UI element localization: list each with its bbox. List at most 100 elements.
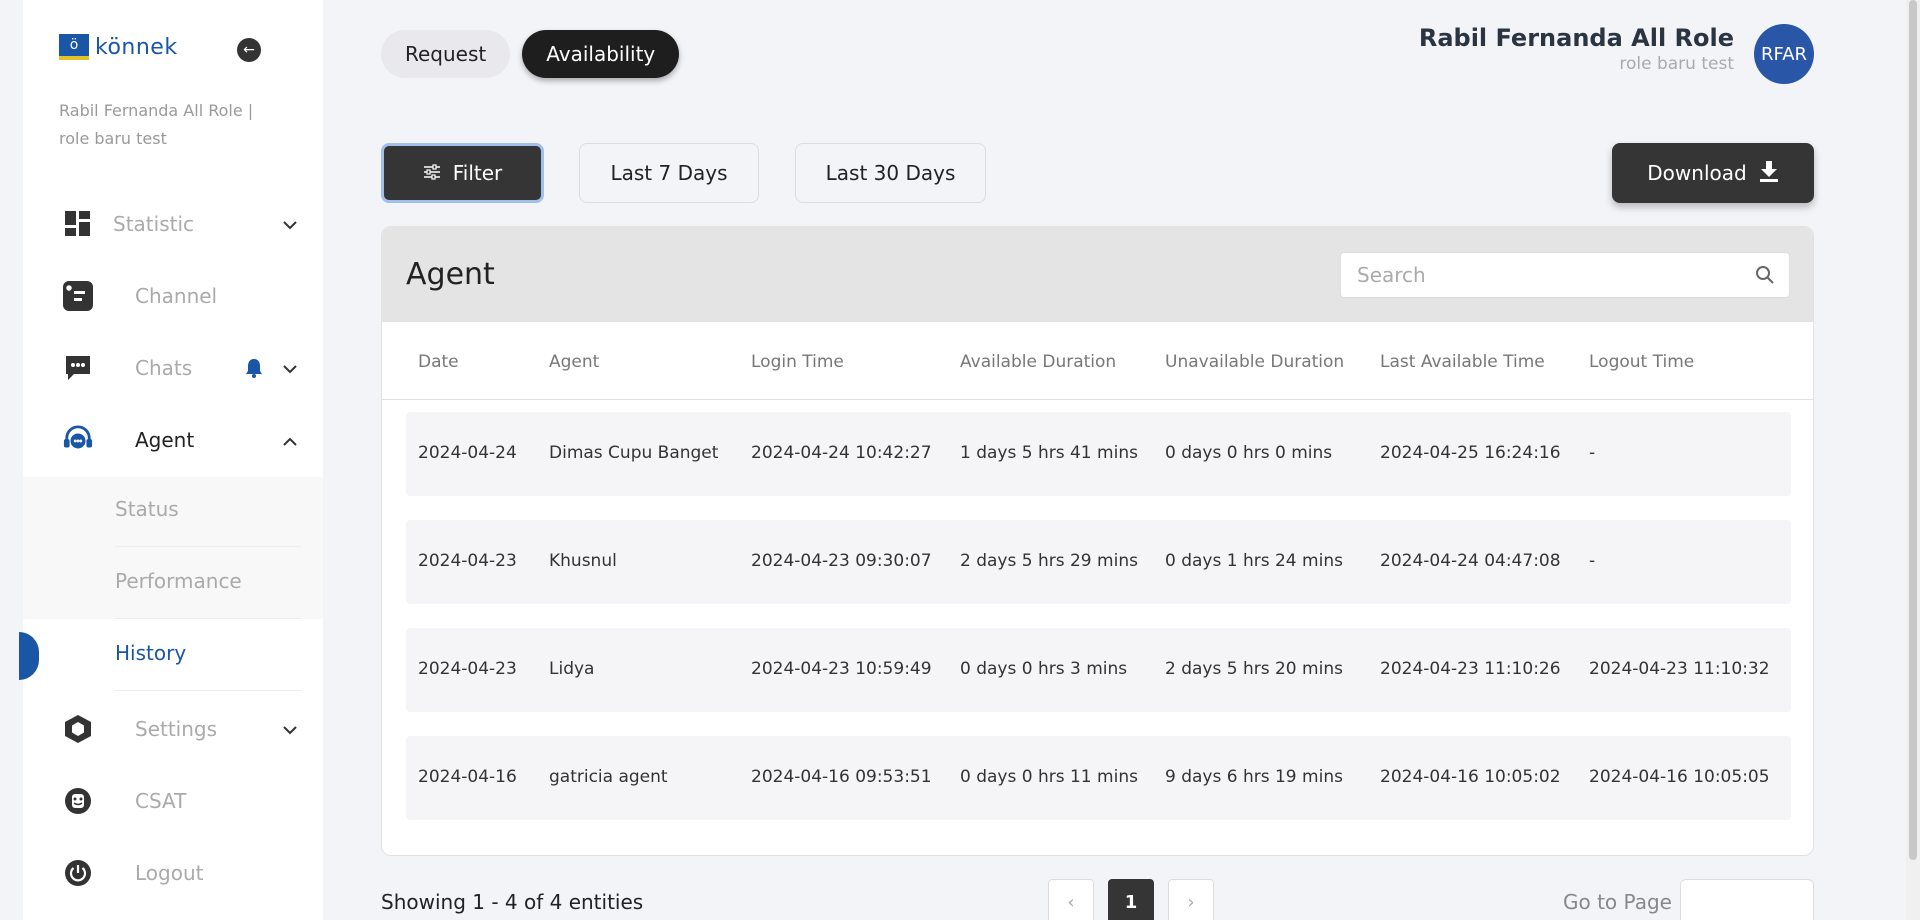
- sidebar-item-label: Chats: [135, 356, 193, 380]
- sidebar: ö könnek ← Rabil Fernanda All Role | rol…: [19, 0, 323, 920]
- chevron-down-icon: [283, 359, 297, 378]
- cell-available-duration: 0 days 0 hrs 3 mins: [960, 659, 1128, 679]
- submenu-item-history[interactable]: History: [23, 619, 323, 691]
- column-header-last-available-time[interactable]: Last Available Time: [1380, 352, 1545, 372]
- column-header-available-duration[interactable]: Available Duration: [960, 352, 1116, 372]
- cell-unavailable-duration: 0 days 0 hrs 0 mins: [1165, 443, 1333, 463]
- cell-logout-time: -: [1589, 551, 1596, 571]
- column-header-login-time[interactable]: Login Time: [751, 352, 844, 372]
- bell-notification-icon: [245, 358, 263, 382]
- sidebar-item-label: Agent: [135, 428, 195, 452]
- column-header-agent[interactable]: Agent: [549, 352, 599, 372]
- last-30-days-button[interactable]: Last 30 Days: [795, 143, 986, 203]
- dashboard-icon: [63, 209, 93, 239]
- avatar[interactable]: RFAR: [1754, 24, 1814, 84]
- last-7-days-button[interactable]: Last 7 Days: [579, 143, 759, 203]
- cell-login-time: 2024-04-23 10:59:49: [751, 659, 932, 679]
- headset-icon: [63, 425, 93, 455]
- table-row[interactable]: 2024-04-23 Lidya 2024-04-23 10:59:49 0 d…: [406, 628, 1791, 712]
- smile-icon: [63, 786, 93, 816]
- arrow-left-icon: ←: [243, 42, 255, 58]
- submenu-item-label: Performance: [115, 569, 242, 593]
- user-profile[interactable]: Rabil Fernanda All Role role baru test: [1419, 24, 1734, 74]
- hexagon-settings-icon: [63, 714, 93, 744]
- table-row[interactable]: 2024-04-23 Khusnul 2024-04-23 09:30:07 2…: [406, 520, 1791, 604]
- cell-date: 2024-04-16: [418, 767, 517, 787]
- sidebar-item-label: Channel: [135, 284, 218, 308]
- cell-date: 2024-04-24: [418, 443, 517, 463]
- chevron-down-icon: [283, 215, 297, 234]
- cell-available-duration: 0 days 0 hrs 11 mins: [960, 767, 1138, 787]
- search-icon[interactable]: [1755, 265, 1775, 289]
- page-scrollbar[interactable]: [1906, 0, 1920, 920]
- cell-agent: gatricia agent: [549, 767, 668, 787]
- divider: [115, 690, 301, 691]
- filter-button[interactable]: Filter: [381, 143, 544, 203]
- sidebar-item-label: Statistic: [113, 212, 195, 236]
- download-button[interactable]: Download: [1612, 143, 1814, 203]
- download-icon: [1759, 160, 1779, 187]
- chevron-right-icon: ›: [1187, 891, 1195, 913]
- table-header: Date Agent Login Time Available Duration…: [382, 322, 1813, 400]
- cell-last-available-time: 2024-04-24 04:47:08: [1380, 551, 1561, 571]
- cell-agent: Dimas Cupu Banget: [549, 443, 719, 463]
- card-title: Agent: [406, 257, 495, 292]
- cell-login-time: 2024-04-16 09:53:51: [751, 767, 932, 787]
- chevron-down-icon: [283, 720, 297, 739]
- sidebar-item-statistic[interactable]: Statistic: [23, 194, 323, 254]
- sidebar-item-label: Logout: [135, 861, 204, 885]
- column-header-date[interactable]: Date: [418, 352, 459, 372]
- sidebar-item-logout[interactable]: Logout: [23, 843, 323, 903]
- goto-page-input[interactable]: [1680, 879, 1814, 920]
- submenu-item-label: Status: [115, 497, 179, 521]
- column-header-unavailable-duration[interactable]: Unavailable Duration: [1165, 352, 1344, 372]
- sidebar-item-label: Settings: [135, 717, 218, 741]
- logo-text: könnek: [95, 34, 178, 60]
- cell-date: 2024-04-23: [418, 551, 517, 571]
- cell-login-time: 2024-04-23 09:30:07: [751, 551, 932, 571]
- cell-last-available-time: 2024-04-23 11:10:26: [1380, 659, 1561, 679]
- next-page-button[interactable]: ›: [1168, 879, 1214, 920]
- cell-last-available-time: 2024-04-25 16:24:16: [1380, 443, 1561, 463]
- scrollbar-thumb[interactable]: [1909, 0, 1917, 860]
- profile-name: Rabil Fernanda All Role: [1418, 24, 1734, 52]
- submenu-item-status[interactable]: Status: [23, 475, 323, 547]
- tab-request[interactable]: Request: [381, 30, 511, 78]
- view-tabs: Request Availability: [381, 30, 680, 78]
- cell-unavailable-duration: 9 days 6 hrs 19 mins: [1165, 767, 1343, 787]
- table-row[interactable]: 2024-04-24 Dimas Cupu Banget 2024-04-24 …: [406, 412, 1791, 496]
- sidebar-item-channel[interactable]: Channel: [23, 266, 323, 326]
- page-button-1[interactable]: 1: [1108, 879, 1154, 920]
- prev-page-button[interactable]: ‹: [1048, 879, 1094, 920]
- filter-label: Filter: [452, 161, 503, 185]
- search-box: [1340, 252, 1790, 298]
- cell-available-duration: 2 days 5 hrs 29 mins: [960, 551, 1138, 571]
- tab-availability[interactable]: Availability: [522, 30, 680, 78]
- submenu-item-performance[interactable]: Performance: [23, 547, 323, 619]
- sidebar-item-chats[interactable]: Chats: [23, 338, 323, 398]
- submenu-item-label: History: [115, 641, 187, 665]
- table-row[interactable]: 2024-04-16 gatricia agent 2024-04-16 09:…: [406, 736, 1791, 820]
- cell-agent: Khusnul: [549, 551, 617, 571]
- goto-page-label: Go to Page: [1563, 890, 1672, 914]
- sidebar-item-label: CSAT: [135, 789, 187, 813]
- sidebar-item-agent[interactable]: Agent: [23, 410, 323, 470]
- column-header-logout-time[interactable]: Logout Time: [1589, 352, 1694, 372]
- brand-logo[interactable]: ö könnek: [59, 34, 178, 60]
- cell-available-duration: 1 days 5 hrs 41 mins: [960, 443, 1138, 463]
- search-input[interactable]: [1341, 253, 1721, 297]
- channel-icon: [63, 281, 93, 311]
- profile-role: role baru test: [1619, 54, 1734, 74]
- power-icon: [63, 858, 93, 888]
- agent-history-card: Agent Date Agent Login Time Available Du…: [381, 226, 1814, 856]
- cell-date: 2024-04-23: [418, 659, 517, 679]
- collapse-sidebar-button[interactable]: ←: [237, 38, 261, 62]
- cell-agent: Lidya: [549, 659, 595, 679]
- sidebar-item-settings[interactable]: Settings: [23, 699, 323, 759]
- chevron-left-icon: ‹: [1067, 891, 1075, 913]
- download-label: Download: [1647, 161, 1747, 185]
- cell-logout-time: -: [1589, 443, 1596, 463]
- cell-last-available-time: 2024-04-16 10:05:02: [1380, 767, 1561, 787]
- sidebar-item-csat[interactable]: CSAT: [23, 771, 323, 831]
- card-header: Agent: [382, 227, 1813, 322]
